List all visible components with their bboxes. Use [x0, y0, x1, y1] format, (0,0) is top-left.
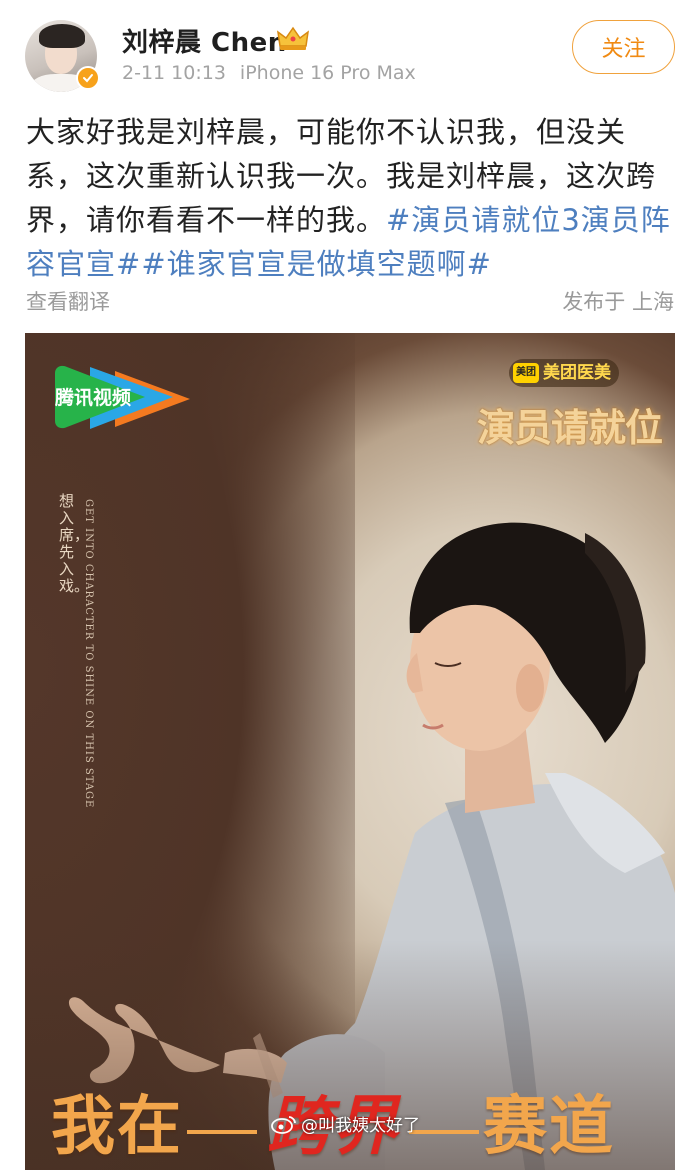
- hashtag-link[interactable]: #谁家官宣是做填空题啊#: [141, 247, 492, 281]
- translate-link[interactable]: 查看翻译: [26, 286, 110, 316]
- verified-badge-icon: [76, 66, 100, 90]
- post-meta: 2-11 10:13 iPhone 16 Pro Max: [122, 62, 416, 84]
- slogan-left: 我在: [51, 1089, 183, 1164]
- crown-icon: [277, 26, 309, 50]
- post-image[interactable]: 腾讯视频 美团医美 美团 演员请就位 想入席，先入戏。 GET INTO CHA…: [25, 333, 675, 1170]
- sponsor-mark-icon: 美团: [513, 363, 539, 383]
- slogan-right: 赛道: [483, 1089, 615, 1164]
- slogan-dash: [187, 1129, 257, 1134]
- tagline-chinese: 想入席，先入戏。: [59, 492, 90, 595]
- post-location: 发布于 上海: [562, 290, 674, 314]
- post-device: iPhone 16 Pro Max: [239, 62, 416, 84]
- check-icon: [83, 74, 93, 83]
- show-title: 演员请就位: [477, 406, 663, 450]
- watermark-text: @叫我姨太好了: [301, 1116, 420, 1136]
- tagline-english: GET INTO CHARACTER TO SHINE ON THIS STAG…: [83, 499, 94, 809]
- weibo-post: 刘梓晨 Chen 2-11 10:13 iPhone 16 Pro Max 关注 …: [0, 0, 700, 1170]
- platform-logo-text: 腾讯视频: [55, 387, 132, 409]
- follow-button[interactable]: 关注: [572, 20, 675, 74]
- post-timestamp: 2-11 10:13: [122, 62, 226, 84]
- watermark: @叫我姨太好了: [271, 1111, 420, 1136]
- username[interactable]: 刘梓晨 Chen: [122, 22, 287, 59]
- weibo-icon: [271, 1115, 296, 1134]
- avatar-hair: [39, 24, 85, 48]
- post-text: 大家好我是刘梓晨，可能你不认识我，但没关系，这次重新认识我一次。我是刘梓晨，这次…: [26, 110, 678, 286]
